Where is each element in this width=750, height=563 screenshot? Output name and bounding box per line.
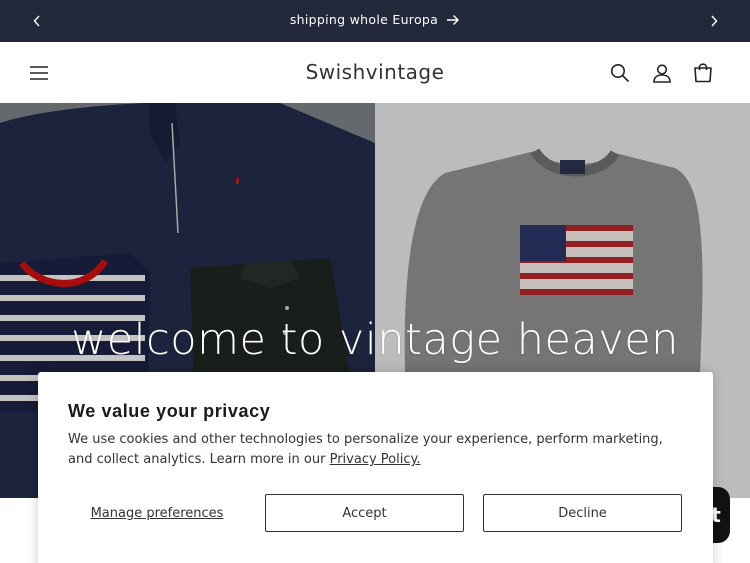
account-button[interactable] (649, 60, 675, 86)
announcement-bar: shipping whole Europa (0, 0, 750, 42)
cart-icon (694, 63, 712, 83)
announcement-text: shipping whole Europa (289, 12, 439, 27)
cookie-consent-banner: We value your privacy We use cookies and… (38, 372, 713, 563)
arrow-right-icon (447, 14, 460, 25)
search-icon (611, 64, 630, 83)
manage-preferences-button[interactable]: Manage preferences (68, 494, 246, 532)
account-icon (653, 64, 671, 83)
cart-button[interactable] (690, 60, 716, 86)
cookie-description: We use cookies and other technologies to… (68, 430, 688, 470)
search-button[interactable] (607, 60, 633, 86)
hero-title: welcome to vintage heaven (71, 315, 679, 365)
privacy-policy-link[interactable]: Privacy Policy. (330, 452, 421, 467)
cookie-title: We value your privacy (68, 401, 271, 421)
site-header: Swishvintage (0, 42, 750, 103)
chevron-right-icon (711, 15, 718, 27)
accept-button[interactable]: Accept (265, 494, 464, 532)
brand-logo[interactable]: Swishvintage (0, 60, 750, 84)
decline-button[interactable]: Decline (483, 494, 682, 532)
announcement-message[interactable]: shipping whole Europa (0, 12, 750, 27)
announcement-next-button[interactable] (704, 11, 724, 31)
